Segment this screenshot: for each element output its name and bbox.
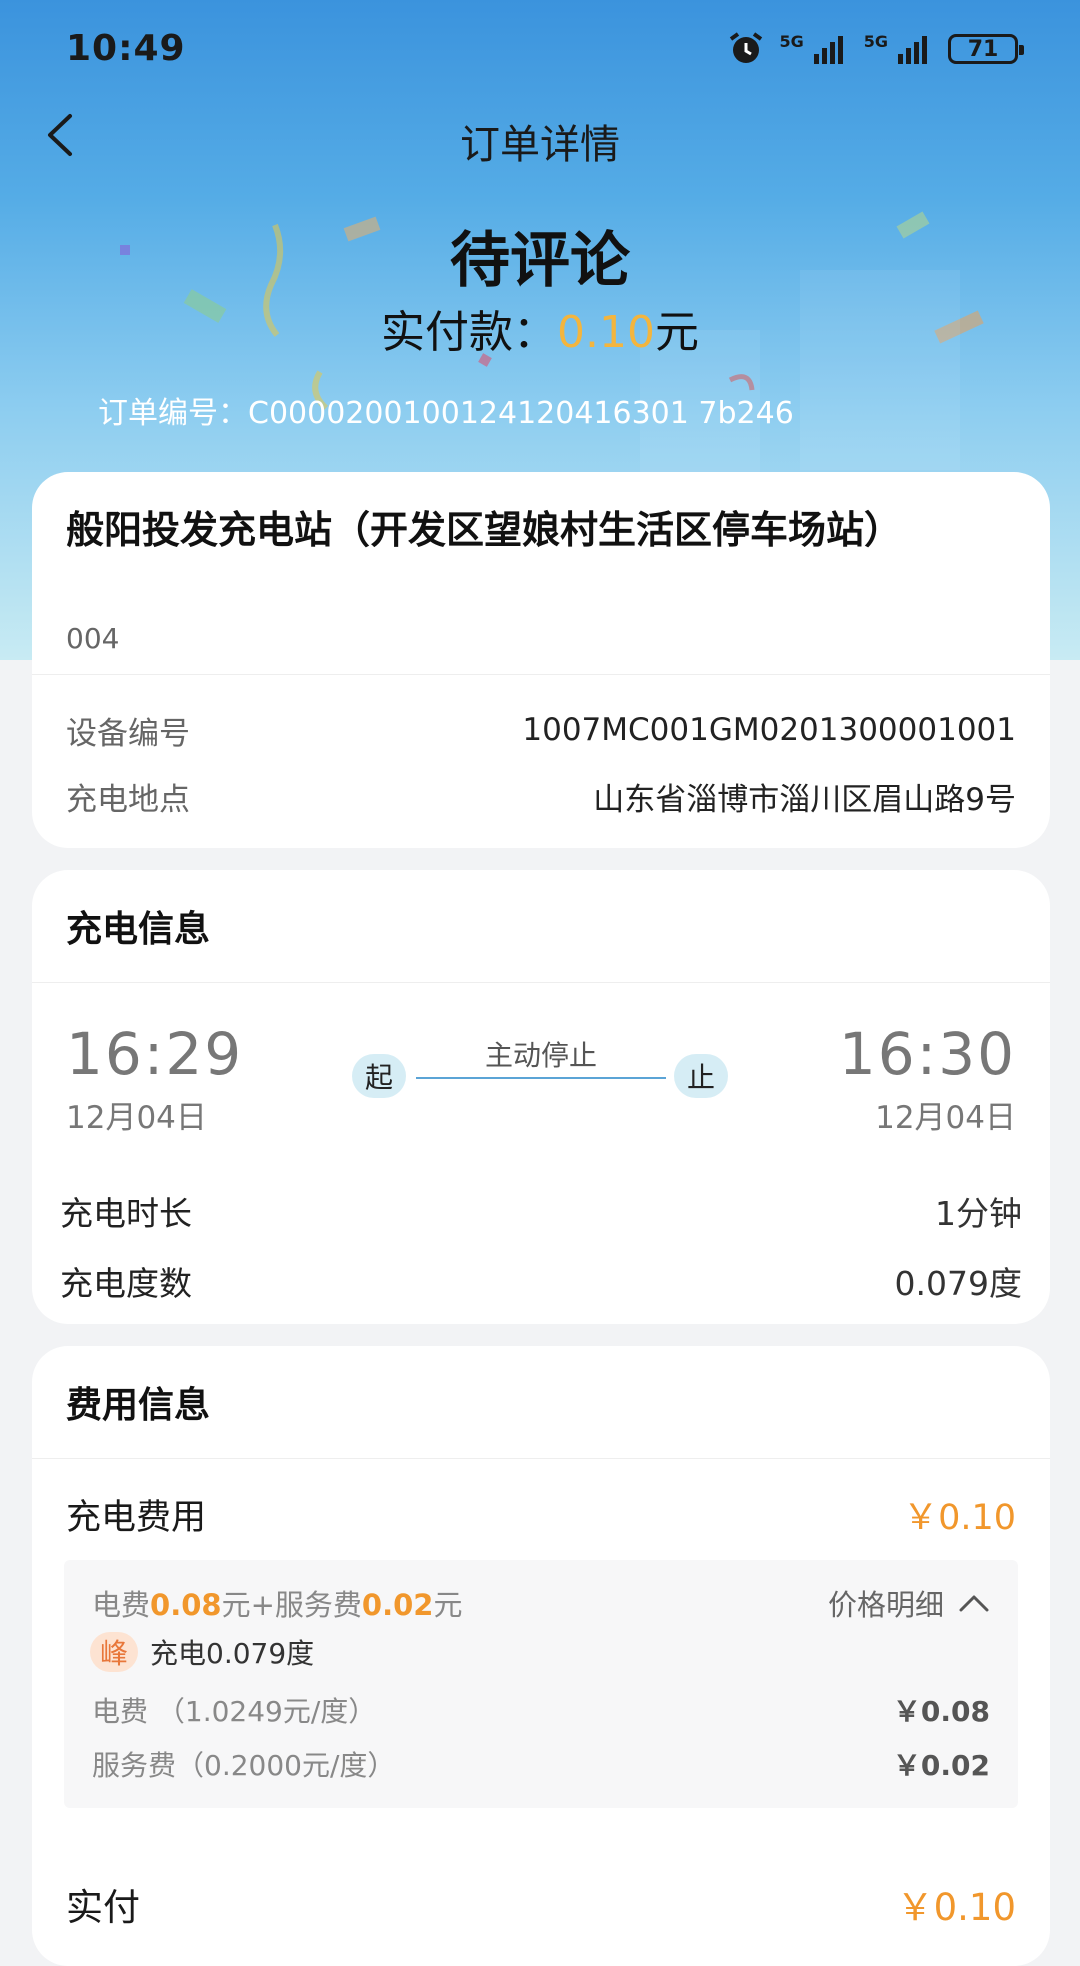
alarm-icon [730,32,763,63]
page-title: 订单详情 [460,122,620,168]
peak-text: 充电0.079度 [150,1637,315,1670]
charging-info-title: 充电信息 [66,909,211,950]
start-date: 12月04日 [66,1100,207,1136]
divider [32,982,1050,983]
elec-label: 电费 [92,1588,151,1622]
status-icons: 5G 5G 71 [727,32,1024,66]
peak-row: 峰 充电0.079度 [90,1632,314,1672]
order-status: 待评论 [450,226,630,296]
yuan-plus-service: 元+服务费 [221,1588,362,1622]
price-detail-toggle[interactable]: 价格明细 [828,1582,990,1624]
status-bar: 10:49 5G 5G 71 [0,0,1080,100]
paid-unit: 元 [654,307,699,358]
peak-tag: 峰 [90,1632,138,1672]
signal-2-label: 5G [863,32,888,51]
service-rate-row: 服务费（0.2000元/度） ￥0.02 [92,1744,990,1784]
start-badge: 起 [352,1054,406,1098]
order-number: 订单编号：C0000200100124120416301 7b246 [98,396,794,431]
elec-rate-value: ￥0.08 [892,1695,990,1728]
charge-fee-row: 充电费用 ￥0.10 [66,1486,1016,1542]
fee-detail-panel: 电费0.08元+服务费0.02元 价格明细 峰 充电0.079度 电费 （1.0… [64,1560,1018,1808]
device-row: 设备编号 1007MC001GM0201300001001 [66,708,1016,752]
device-label: 设备编号 [66,715,190,752]
paid-row: 实付 ￥0.10 [66,1874,1016,1934]
signal-2-icon [898,36,927,64]
divider [32,674,1050,675]
divider [32,1458,1050,1459]
start-time: 16:29 [66,1020,244,1088]
elec-rate-row: 电费 （1.0249元/度） ￥0.08 [92,1690,990,1730]
battery-icon: 71 [948,34,1024,64]
charge-fee-value: ￥0.10 [903,1497,1016,1538]
charging-info-card: 充电信息 16:29 12月04日 起 主动停止 止 16:30 12月04日 … [32,870,1050,1324]
energy-label: 充电度数 [60,1264,192,1303]
fee-info-title: 费用信息 [66,1385,211,1426]
paid-amount: 0.10 [557,307,655,358]
yuan-unit: 元 [433,1588,463,1622]
duration-row: 充电时长 1分钟 [60,1186,1022,1236]
station-card: 般阳投发充电站（开发区望娘村生活区停车场站） 004 设备编号 1007MC00… [32,472,1050,848]
stop-reason: 主动停止 [484,1039,597,1072]
station-sub: 004 [66,622,120,655]
signal-1-icon [813,36,843,64]
location-value: 山东省淄博市淄川区眉山路9号 [593,781,1016,818]
paid-value: ￥0.10 [896,1886,1016,1929]
chevron-up-icon [959,1595,989,1612]
location-label: 充电地点 [66,781,190,818]
energy-value: 0.079度 [894,1264,1022,1303]
duration-value: 1分钟 [935,1194,1022,1233]
station-name: 般阳投发充电站（开发区望娘村生活区停车场站） [66,508,903,552]
signal-1-label: 5G [779,32,804,51]
service-rate-label: 服务费（0.2000元/度） [92,1749,396,1782]
duration-label: 充电时长 [60,1194,192,1233]
fee-summary: 电费0.08元+服务费0.02元 [92,1582,462,1624]
end-badge: 止 [674,1054,728,1098]
paid-prefix: 实付款： [381,307,558,358]
location-row: 充电地点 山东省淄博市淄川区眉山路9号 [66,774,1016,818]
charge-fee-label: 充电费用 [66,1497,207,1538]
timeline-line [416,1077,666,1079]
paid-summary: 实付款：0.10元 [0,296,1080,360]
energy-row: 充电度数 0.079度 [60,1256,1022,1306]
battery-level: 71 [967,36,999,62]
paid-label: 实付 [66,1886,140,1929]
status-time: 10:49 [66,28,186,69]
elec-rate-label: 电费 （1.0249元/度） [92,1695,377,1728]
service-rate-value: ￥0.02 [892,1749,990,1782]
device-value: 1007MC001GM0201300001001 [522,712,1016,748]
service-amount: 0.02 [361,1588,434,1622]
price-detail-label: 价格明细 [827,1588,944,1622]
end-time: 16:30 [838,1020,1016,1088]
elec-amount: 0.08 [150,1588,222,1622]
fee-info-card: 费用信息 充电费用 ￥0.10 电费0.08元+服务费0.02元 价格明细 峰 … [32,1346,1050,1966]
end-date: 12月04日 [875,1100,1016,1136]
